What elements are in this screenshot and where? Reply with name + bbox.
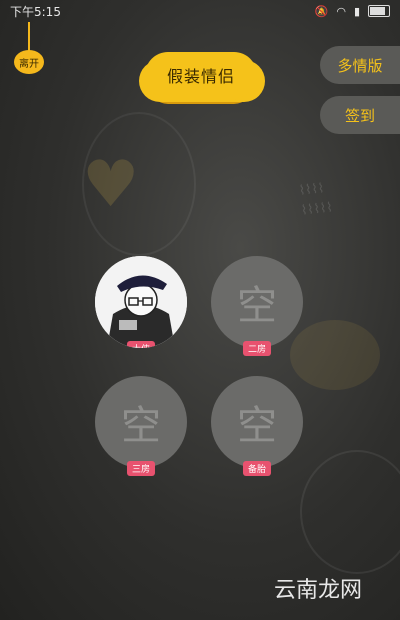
background-scribble: ⌇⌇⌇⌇ ⌇⌇⌇⌇⌇ (298, 181, 334, 219)
heart-decoration: ♥ (82, 148, 140, 222)
multi-lover-button[interactable]: 多情版 (320, 46, 400, 84)
slot-label: 三房 (126, 461, 156, 476)
avatar-image (95, 256, 187, 348)
empty-slot-text: 空 (121, 403, 161, 449)
empty-slot-text: 空 (237, 283, 277, 329)
partner-slot-1[interactable]: 大侠 (95, 256, 187, 348)
bell-off-icon: 🔕 (314, 4, 329, 18)
background-face (300, 450, 400, 574)
status-time: 下午5:15 (10, 4, 61, 19)
status-icons: 🔕 ◠ ▮ (315, 5, 390, 18)
slot-label: 二房 (242, 341, 272, 356)
signal-icon: ▮ (353, 4, 360, 18)
wifi-icon: ◠ (336, 4, 346, 18)
status-bar: 下午5:15 🔕 ◠ ▮ (0, 0, 400, 22)
leave-label: 离开 (19, 58, 39, 70)
background-blob (290, 320, 380, 390)
page-title: 假装情侣 (166, 67, 235, 86)
leave-string (28, 22, 30, 52)
slot-label: 备胎 (242, 461, 272, 476)
sign-in-label: 签到 (344, 106, 375, 125)
title-cloud: 假装情侣 (145, 52, 257, 98)
multi-lover-label: 多情版 (337, 56, 383, 75)
partner-slot-2[interactable]: 空 二房 (211, 256, 303, 356)
leave-button[interactable]: 离开 (14, 50, 44, 74)
sign-in-button[interactable]: 签到 (320, 96, 400, 134)
slot-label: 大侠 (126, 341, 156, 348)
battery-icon (368, 5, 390, 17)
watermark: 云南龙网 (273, 578, 362, 603)
empty-slot-text: 空 (237, 403, 277, 449)
partner-slot-3[interactable]: 空 三房 (95, 376, 187, 476)
partner-slot-4[interactable]: 空 备胎 (211, 376, 303, 476)
